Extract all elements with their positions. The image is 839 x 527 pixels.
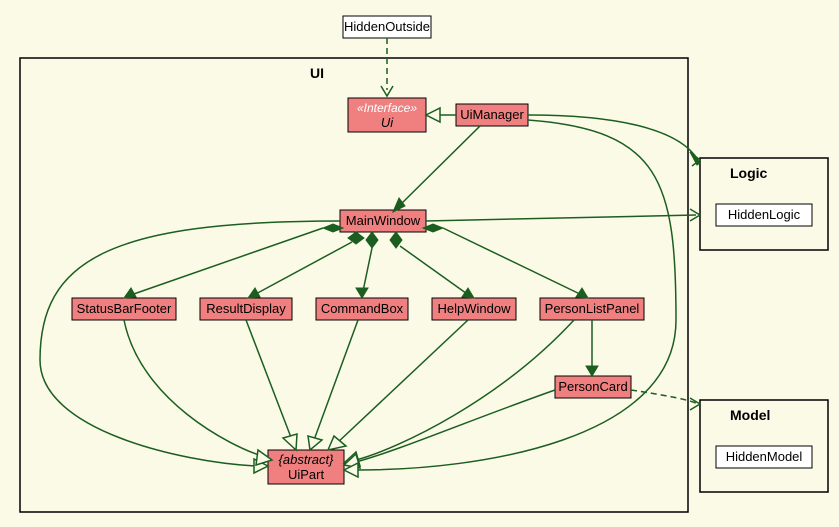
class-hidden-outside: HiddenOutside xyxy=(343,16,431,38)
svg-text:UiPart: UiPart xyxy=(288,467,325,482)
svg-text:HiddenModel: HiddenModel xyxy=(726,449,803,464)
svg-text:HiddenOutside: HiddenOutside xyxy=(344,19,430,34)
class-main-window: MainWindow xyxy=(340,210,426,232)
svg-text:ResultDisplay: ResultDisplay xyxy=(206,301,286,316)
class-result-display: ResultDisplay xyxy=(200,298,292,320)
class-hidden-model: HiddenModel xyxy=(716,446,812,468)
package-logic-label: Logic xyxy=(730,165,768,181)
svg-text:StatusBarFooter: StatusBarFooter xyxy=(77,301,172,316)
svg-text:HiddenLogic: HiddenLogic xyxy=(728,207,801,222)
svg-text:PersonCard: PersonCard xyxy=(558,379,627,394)
class-hidden-logic: HiddenLogic xyxy=(716,204,812,226)
class-help-window: HelpWindow xyxy=(432,298,516,320)
svg-text:UiManager: UiManager xyxy=(460,107,524,122)
class-ui-manager: UiManager xyxy=(456,104,528,126)
class-status-bar-footer: StatusBarFooter xyxy=(72,298,176,320)
class-command-box: CommandBox xyxy=(316,298,408,320)
uml-class-diagram: UI Logic Model HiddenOutside «Interface»… xyxy=(0,0,839,527)
svg-text:{abstract}: {abstract} xyxy=(279,452,335,467)
class-ui-interface: «Interface» Ui xyxy=(348,98,426,132)
class-person-card: PersonCard xyxy=(555,376,631,398)
package-model-label: Model xyxy=(730,407,770,423)
svg-text:MainWindow: MainWindow xyxy=(346,213,421,228)
svg-text:PersonListPanel: PersonListPanel xyxy=(545,301,640,316)
package-ui-label: UI xyxy=(310,65,324,81)
svg-text:CommandBox: CommandBox xyxy=(321,301,404,316)
svg-text:Ui: Ui xyxy=(381,115,394,130)
svg-text:«Interface»: «Interface» xyxy=(357,101,417,115)
class-ui-part: {abstract} UiPart xyxy=(268,450,344,484)
class-person-list-panel: PersonListPanel xyxy=(540,298,644,320)
svg-text:HelpWindow: HelpWindow xyxy=(438,301,512,316)
